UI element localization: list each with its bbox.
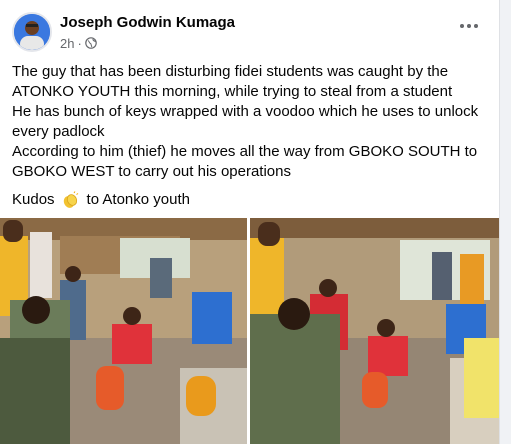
- meta-separator: ·: [77, 35, 82, 51]
- post-text-line: According to him (thief) he moves all th…: [12, 143, 478, 160]
- author-avatar[interactable]: [12, 12, 52, 52]
- post-meta: 2h ·: [60, 34, 97, 52]
- more-options-icon[interactable]: [457, 16, 481, 36]
- kudos-line: Kudos to Atonko youth: [12, 190, 190, 210]
- kudos-target: to Atonko youth: [86, 191, 190, 208]
- post-text-line: The guy that has been disturbing fidei s…: [12, 63, 449, 80]
- post-text-line: every padlock: [12, 123, 105, 140]
- post-photo-left[interactable]: [0, 218, 247, 444]
- kudos-text: Kudos: [12, 191, 55, 208]
- post-text-line: ATONKO YOUTH this morning, while trying …: [12, 83, 453, 100]
- post-text-line: GBOKO WEST to carry out his operations: [12, 163, 291, 180]
- post-photo-right[interactable]: [250, 218, 499, 444]
- photo-grid: [0, 218, 499, 444]
- post-card: Joseph Godwin Kumaga 2h · The guy that h…: [0, 0, 500, 444]
- post-time[interactable]: 2h: [60, 36, 74, 51]
- author-name[interactable]: Joseph Godwin Kumaga: [60, 14, 235, 31]
- post-text-line: He has bunch of keys wrapped with a vood…: [12, 103, 479, 120]
- post-header: Joseph Godwin Kumaga 2h ·: [12, 10, 487, 56]
- clapping-hands-icon: [61, 191, 79, 209]
- globe-icon: [85, 37, 97, 49]
- post-text: The guy that has been disturbing fidei s…: [12, 62, 492, 182]
